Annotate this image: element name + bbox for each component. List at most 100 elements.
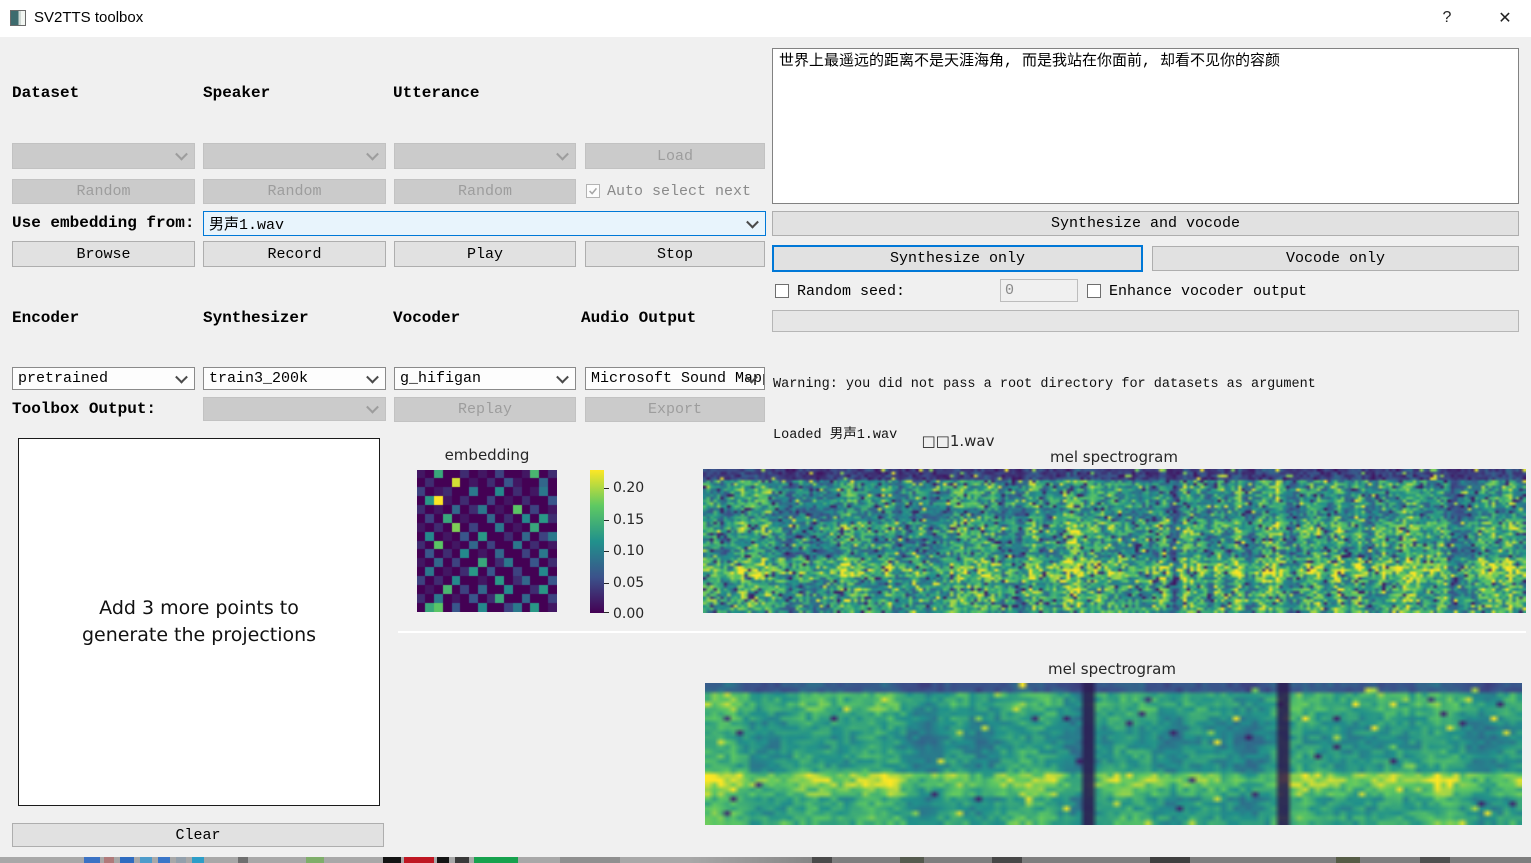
embedding-source-combo[interactable]: 男声1.wav: [203, 211, 766, 236]
replay-button[interactable]: Replay: [394, 397, 576, 422]
chevron-down-icon: [556, 370, 569, 383]
mel-spectrogram-1-title: mel spectrogram: [1019, 448, 1209, 466]
log-line: Loaded 男声1.wav: [773, 427, 1405, 444]
synthesizer-label: Synthesizer: [203, 309, 309, 327]
umap-projection-plot: Add 3 more points to generate the projec…: [18, 438, 380, 806]
taskbar-icon-sliver: [455, 857, 469, 863]
utterance-label: Utterance: [393, 84, 479, 102]
encoder-value: pretrained: [18, 370, 108, 387]
auto-select-next-label: Auto select next: [607, 183, 751, 200]
chevron-down-icon: [175, 370, 188, 383]
mel-spectrogram-generated: [705, 683, 1522, 825]
random-seed-checkbox[interactable]: [775, 284, 789, 298]
mel-spectrogram-target: [703, 469, 1526, 613]
projection-placeholder-line2: generate the projections: [82, 622, 316, 649]
embedding-source-value: 男声1.wav: [209, 213, 284, 234]
taskbar-icon-sliver: [1150, 857, 1190, 863]
use-embedding-from-label: Use embedding from:: [12, 214, 194, 232]
app-icon: [10, 10, 26, 26]
taskbar-icon-sliver: [992, 857, 1022, 863]
synthesize-and-vocode-button[interactable]: Synthesize and vocode: [772, 211, 1519, 236]
enhance-vocoder-checkbox[interactable]: [1087, 284, 1101, 298]
vocoder-value: g_hifigan: [400, 370, 481, 387]
vocode-only-button[interactable]: Vocode only: [1152, 246, 1519, 271]
utterance-combo[interactable]: [394, 143, 576, 169]
taskbar-icon-sliver: [1336, 857, 1360, 863]
speaker-combo[interactable]: [203, 143, 386, 169]
taskbar-icon-sliver: [192, 857, 204, 863]
chevron-down-icon: [556, 148, 569, 161]
random-dataset-button[interactable]: Random: [12, 179, 195, 204]
taskbar-icon-sliver: [560, 857, 620, 863]
check-icon: [587, 185, 599, 197]
colorbar-tick-label: 0.10: [613, 543, 644, 559]
chevron-down-icon: [746, 215, 759, 228]
window-title: SV2TTS toolbox: [34, 9, 143, 26]
taskbar-strip: [0, 857, 1531, 863]
browse-button[interactable]: Browse: [12, 241, 195, 267]
title-bar: SV2TTS toolbox ? ✕: [0, 0, 1531, 37]
chevron-down-icon: [366, 370, 379, 383]
colorbar-tick: [604, 612, 609, 613]
encoder-combo[interactable]: pretrained: [12, 367, 195, 390]
close-button[interactable]: ✕: [1491, 6, 1519, 30]
taskbar-icon-sliver: [306, 857, 324, 863]
chevron-down-icon: [175, 148, 188, 161]
log-line: Warning: you did not pass a root directo…: [773, 376, 1405, 393]
figure-bottom-edge: [398, 631, 1526, 633]
taskbar-icon-sliver: [120, 857, 134, 863]
vocoder-combo[interactable]: g_hifigan: [394, 367, 576, 390]
colorbar-tick-label: 0.20: [613, 480, 644, 496]
taskbar-icon-sliver: [812, 857, 832, 863]
taskbar-icon-sliver: [104, 857, 114, 863]
chevron-down-icon: [366, 148, 379, 161]
play-button[interactable]: Play: [394, 241, 576, 267]
colorbar-tick: [604, 488, 609, 489]
audio-output-combo[interactable]: Microsoft Sound Mapp: [585, 367, 765, 390]
random-seed-label: Random seed:: [797, 283, 905, 300]
taskbar-icon-sliver: [900, 857, 924, 863]
taskbar-icon-sliver: [1420, 857, 1450, 863]
dataset-label: Dataset: [12, 84, 79, 102]
colorbar-tick-label: 0.00: [613, 606, 644, 622]
taskbar-icon-sliver: [84, 857, 100, 863]
chevron-down-icon: [366, 401, 379, 414]
taskbar-icon-sliver: [158, 857, 170, 863]
toolbox-output-label: Toolbox Output:: [12, 400, 156, 418]
colorbar-tick-label: 0.15: [613, 512, 644, 528]
sv2tts-toolbox-window: SV2TTS toolbox ? ✕ Dataset Speaker Utter…: [0, 0, 1531, 863]
taskbar-icon-sliver: [383, 857, 401, 863]
taskbar-icon-sliver: [474, 857, 518, 863]
random-speaker-button[interactable]: Random: [203, 179, 386, 204]
taskbar-icon-sliver: [140, 857, 152, 863]
progress-bar: [772, 310, 1519, 332]
synthesizer-combo[interactable]: train3_200k: [203, 367, 386, 390]
toolbox-output-combo[interactable]: [203, 397, 386, 421]
text-prompt-input[interactable]: 世界上最遥远的距离不是天涯海角, 而是我站在你面前, 却看不见你的容颜: [772, 48, 1519, 204]
taskbar-icon-sliver: [238, 857, 248, 863]
colorbar-tick: [604, 551, 609, 552]
taskbar-icon-sliver: [176, 857, 186, 863]
auto-select-next-checkbox[interactable]: [586, 184, 600, 198]
audio-output-label: Audio Output: [581, 309, 696, 327]
colorbar-tick-label: 0.05: [613, 575, 644, 591]
random-utterance-button[interactable]: Random: [394, 179, 576, 204]
clear-button[interactable]: Clear: [12, 823, 384, 847]
mel-spectrogram-2-title: mel spectrogram: [1017, 660, 1207, 678]
load-button[interactable]: Load: [585, 143, 765, 169]
projection-placeholder-text: Add 3 more points to generate the projec…: [82, 595, 316, 649]
embedding-heatmap: [417, 470, 557, 612]
stop-button[interactable]: Stop: [585, 241, 765, 267]
embedding-colorbar: [590, 470, 604, 613]
colorbar-tick: [604, 520, 609, 521]
seed-value-input[interactable]: [1000, 279, 1078, 302]
speaker-label: Speaker: [203, 84, 270, 102]
dataset-combo[interactable]: [12, 143, 195, 169]
synthesize-only-button[interactable]: Synthesize only: [772, 245, 1143, 272]
help-button[interactable]: ?: [1433, 6, 1461, 30]
record-button[interactable]: Record: [203, 241, 386, 267]
audio-output-value: Microsoft Sound Mapp: [591, 370, 765, 387]
current-wav-title: □□1.wav: [898, 432, 1018, 450]
colorbar-tick: [604, 583, 609, 584]
export-button[interactable]: Export: [585, 397, 765, 422]
